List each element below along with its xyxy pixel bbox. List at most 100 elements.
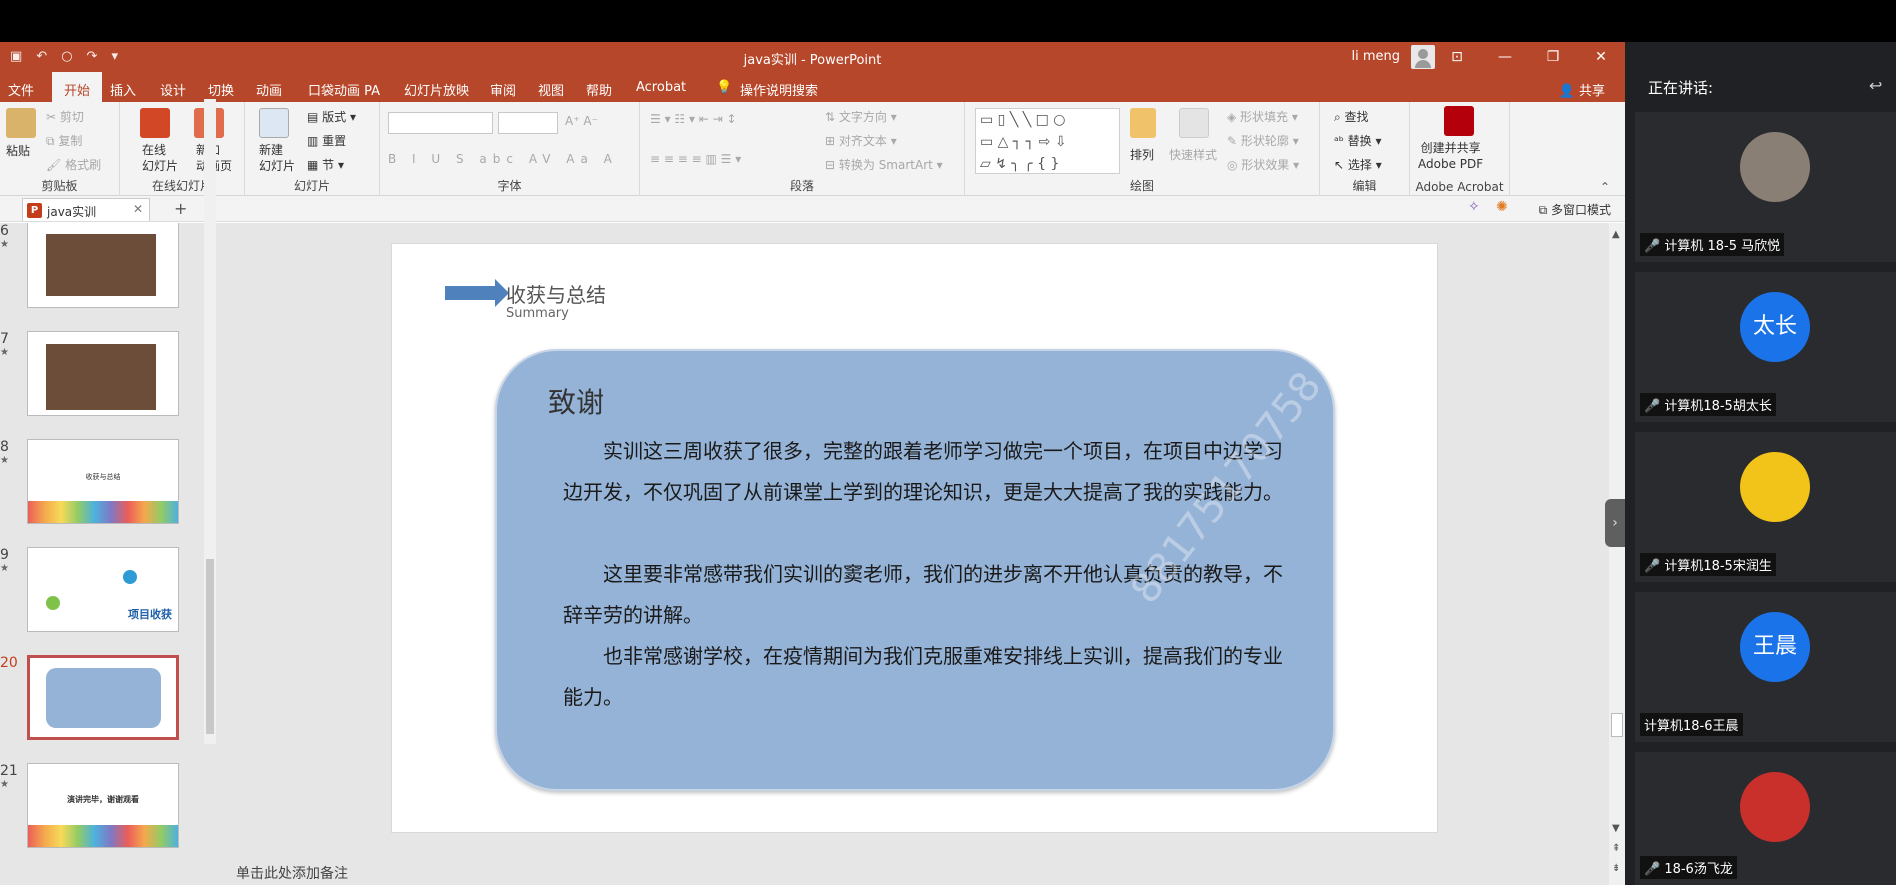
layout-button[interactable]: ▤ 版式 ▾ [307, 108, 356, 125]
font-name-dropdown[interactable] [388, 112, 493, 134]
tab-animations[interactable]: 动画 [256, 80, 282, 99]
tab-help[interactable]: 帮助 [586, 80, 612, 99]
thumbnail-slide[interactable]: 21 ★ 演讲完毕，谢谢观看 [0, 763, 200, 849]
notes-placeholder[interactable]: 单击此处添加备注 [236, 863, 348, 883]
shapes-gallery[interactable]: ▭ ▯ ╲ ╲ □ ○ ▭ △ ┐ ┐ ⇨ ⇩ ▱ ↯ ╮ ╭ { } [975, 108, 1120, 174]
thumbnail-image[interactable]: 演讲完毕，谢谢观看 [27, 763, 179, 848]
find-button[interactable]: ⌕ 查找 [1334, 108, 1369, 125]
arrange-button[interactable]: 排列 [1130, 146, 1154, 163]
minimize-icon[interactable]: — [1481, 42, 1529, 72]
online-slides-icon[interactable] [140, 108, 170, 138]
new-tab-icon[interactable]: + [174, 199, 187, 218]
cut-button[interactable]: ✂ 剪切 [46, 108, 84, 125]
bullets-icon[interactable]: ☰ ▾ ☷ ▾ ⇤ ⇥ ↕ [650, 112, 737, 126]
ribbon-display-icon[interactable]: ⊡ [1433, 42, 1481, 72]
tab-insert[interactable]: 插入 [110, 80, 136, 99]
scroll-down-icon[interactable]: ▼ [1612, 823, 1620, 834]
share-button[interactable]: 👤 共享 [1559, 80, 1605, 99]
close-tab-icon[interactable]: ✕ [133, 202, 143, 216]
gear-icon[interactable]: ✺ [1496, 199, 1508, 215]
close-icon[interactable]: ✕ [1577, 42, 1625, 72]
tab-transitions[interactable]: 切换 [208, 80, 234, 99]
align-text-button[interactable]: ⊞ 对齐文本 ▾ [825, 132, 897, 149]
create-share-pdf-button[interactable]: 创建并共享 Adobe PDF [1418, 140, 1483, 172]
participant-tile[interactable]: 太长 🎤 计算机18-5胡太长 [1635, 272, 1896, 422]
participant-tile[interactable]: 🎤 计算机 18-5 马欣悦 [1635, 112, 1896, 262]
arrange-icon[interactable] [1130, 108, 1156, 138]
slide-scroll-thumb[interactable] [1611, 713, 1623, 737]
thumbnail-image[interactable] [27, 223, 179, 308]
select-button[interactable]: ↖ 选择 ▾ [1334, 156, 1382, 173]
shape-fill-button[interactable]: ◈ 形状填充 ▾ [1227, 108, 1298, 125]
paragraph-3[interactable]: 也非常感谢学校，在疫情期间为我们克服重难安排线上实训，提高我们的专业能力。 [563, 636, 1283, 718]
quick-styles-button[interactable]: 快速样式 [1169, 146, 1217, 163]
thumbnail-image[interactable]: 收获与总结 [27, 439, 179, 524]
participant-tile[interactable]: 王晨 计算机18-6王晨 [1635, 592, 1896, 742]
participant-tile[interactable]: 🎤 计算机18-5宋润生 [1635, 432, 1896, 582]
section-button[interactable]: ▦ 节 ▾ [307, 156, 344, 173]
thumbnail-slide[interactable]: 7 ★ [0, 331, 200, 417]
thumbnail-slide-current[interactable]: 20 [0, 655, 200, 741]
shape-effects-button[interactable]: ◎ 形状效果 ▾ [1227, 156, 1299, 173]
collapse-ribbon-icon[interactable]: ⌃ [1600, 180, 1610, 194]
next-slide-icon[interactable]: ⇟ [1612, 863, 1620, 874]
smartart-button[interactable]: ⊟ 转换为 SmartArt ▾ [825, 156, 943, 173]
paragraph-1[interactable]: 实训这三周收获了很多，完整的跟着老师学习做完一个项目，在项目中边学习边开发，不仅… [563, 431, 1283, 513]
tab-file[interactable]: 文件 [8, 80, 34, 99]
restore-icon[interactable]: ❐ [1529, 42, 1577, 72]
font-size-dropdown[interactable] [498, 112, 558, 134]
thumbnail-image-selected[interactable] [27, 655, 179, 740]
doc-tab-java[interactable]: P java实训 ✕ [22, 198, 150, 221]
thumbnail-slide[interactable]: 6 ★ [0, 223, 200, 309]
slide-subtitle[interactable]: Summary [506, 306, 569, 321]
tab-slideshow[interactable]: 幻灯片放映 [404, 80, 469, 99]
font-format-buttons[interactable]: B I U S abc AV Aa A [388, 152, 618, 166]
slide-title[interactable]: 收获与总结 [506, 279, 606, 308]
thumbnail-image[interactable] [27, 331, 179, 416]
tab-acrobat[interactable]: Acrobat [636, 80, 686, 95]
thumbnail-slide[interactable]: 9 ★ 项目收获 [0, 547, 200, 633]
tell-me-search[interactable]: 操作说明搜索 [740, 80, 818, 99]
new-animation-page-button[interactable]: 新加 动画页 [196, 142, 236, 174]
thumbnail-scrollbar[interactable] [204, 99, 216, 744]
slide-scrollbar[interactable]: ▲ ▼ ⇞ ⇟ [1609, 223, 1625, 885]
thumb-number: 6 [0, 223, 9, 239]
online-slides-button[interactable]: 在线 幻灯片 [142, 142, 182, 174]
alignment-icons[interactable]: ≡ ≡ ≡ ≡ ▥ ☰ ▾ [650, 152, 741, 166]
replace-button[interactable]: ᵃᵇ 替换 ▾ [1334, 132, 1382, 149]
expand-panel-handle[interactable]: › [1605, 499, 1625, 547]
tab-design[interactable]: 设计 [160, 80, 186, 99]
tab-pocket-animation[interactable]: 口袋动画 PA [308, 80, 380, 99]
adobe-pdf-icon[interactable] [1444, 106, 1474, 136]
user-avatar[interactable] [1411, 45, 1435, 69]
pin-icon[interactable]: ✧ [1468, 199, 1480, 215]
format-painter-button[interactable]: 🖌 格式刷 [46, 156, 101, 173]
paste-icon[interactable] [6, 108, 36, 138]
tab-view[interactable]: 视图 [538, 80, 564, 99]
quick-styles-icon[interactable] [1179, 108, 1209, 138]
participant-tile[interactable]: 🎤 18-6汤飞龙 [1635, 752, 1896, 885]
scroll-up-icon[interactable]: ▲ [1612, 229, 1620, 240]
tab-home[interactable]: 开始 [52, 72, 103, 102]
thumbnail-image[interactable]: 项目收获 [27, 547, 179, 632]
avatar: 太长 [1740, 292, 1810, 362]
back-icon[interactable]: ↩ [1869, 76, 1882, 95]
tab-review[interactable]: 审阅 [490, 80, 516, 99]
new-slide-button[interactable]: 新建 幻灯片 [259, 142, 295, 174]
slide-canvas[interactable]: 收获与总结 Summary 致谢 实训这三周收获了很多，完整的跟着老师学习做完一… [391, 239, 1438, 833]
box-heading[interactable]: 致谢 [548, 381, 604, 421]
text-direction-button[interactable]: ⇅ 文字方向 ▾ [825, 108, 897, 125]
new-slide-icon[interactable] [259, 108, 289, 138]
paste-button[interactable]: 粘贴 [6, 142, 30, 159]
multi-window-button[interactable]: ⧉ 多窗口模式 [1539, 201, 1611, 218]
prev-slide-icon[interactable]: ⇞ [1612, 843, 1620, 854]
rounded-content-box[interactable]: 致谢 实训这三周收获了很多，完整的跟着老师学习做完一个项目，在项目中边学习边开发… [495, 349, 1335, 791]
star-icon: ★ [0, 347, 9, 358]
font-grow-icon[interactable]: A⁺ A⁻ [565, 114, 598, 128]
shape-outline-button[interactable]: ✎ 形状轮廓 ▾ [1227, 132, 1299, 149]
copy-button[interactable]: ⧉ 复制 [46, 132, 82, 149]
thumbnail-scroll-thumb[interactable] [206, 559, 214, 734]
thumbnail-slide[interactable]: 8 ★ 收获与总结 [0, 439, 200, 525]
reset-button[interactable]: ▥ 重置 [307, 132, 346, 149]
user-name[interactable]: li meng [1351, 49, 1400, 64]
